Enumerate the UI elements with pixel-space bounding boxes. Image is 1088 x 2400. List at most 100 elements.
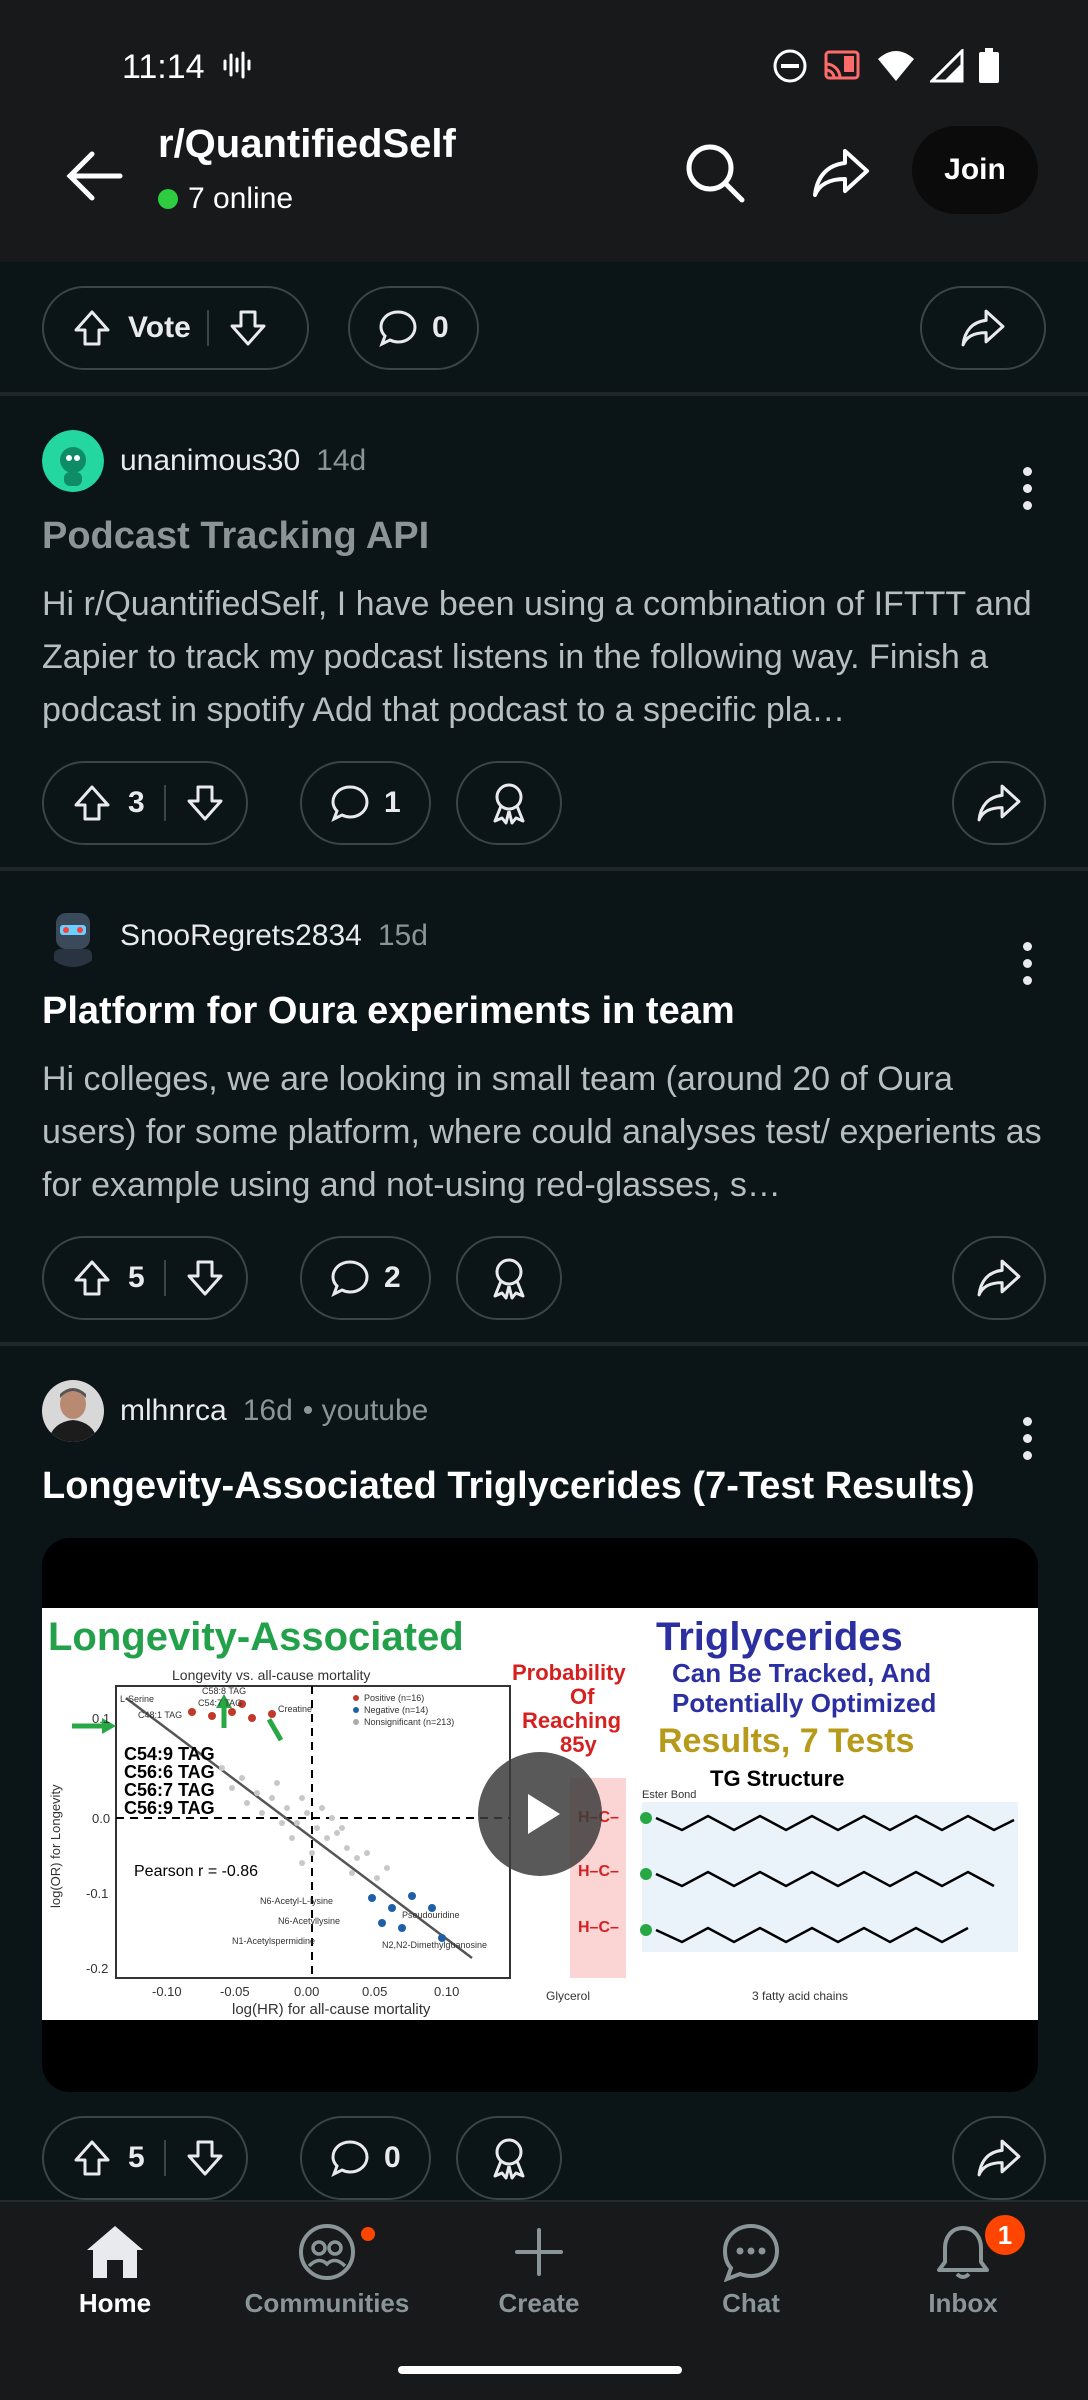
post-age: 16d — [242, 1394, 293, 1427]
svg-text:Of: Of — [570, 1684, 595, 1709]
post-title[interactable]: Platform for Oura experiments in team — [42, 987, 1046, 1035]
upvote-button[interactable] — [62, 1258, 122, 1298]
subreddit-header: r/QuantifiedSelf 7 online Join — [0, 120, 1088, 262]
post-age: 15d — [377, 919, 428, 952]
svg-text:Glycerol: Glycerol — [546, 1989, 590, 2003]
comment-button[interactable]: 0 — [300, 2116, 431, 2200]
video-player[interactable]: Longevity-Associated Triglycerides Longe… — [42, 1538, 1038, 2092]
home-icon — [87, 2226, 143, 2278]
svg-text:-0.1: -0.1 — [86, 1886, 108, 1901]
avatar[interactable] — [42, 1380, 104, 1442]
nav-label: Communities — [244, 2288, 410, 2318]
svg-text:H–C–: H–C– — [578, 1919, 619, 1936]
nav-inbox[interactable]: 1 Inbox — [878, 2212, 1048, 2319]
online-count: 7 online — [158, 182, 293, 216]
svg-text:N1-Acetylspermidine: N1-Acetylspermidine — [232, 1936, 315, 1946]
search-icon — [686, 144, 745, 203]
svg-text:N2,N2-Dimethylguanosine: N2,N2-Dimethylguanosine — [382, 1940, 487, 1950]
comment-count: 1 — [384, 786, 401, 819]
avatar[interactable] — [42, 430, 104, 492]
downvote-button[interactable] — [180, 1258, 230, 1298]
nav-create[interactable]: Create — [454, 2222, 624, 2319]
comment-count: 0 — [384, 2141, 401, 2174]
post-actions: 3 1 — [0, 737, 1088, 867]
downvote-icon — [187, 2140, 223, 2176]
nav-chat[interactable]: Chat — [666, 2222, 836, 2319]
back-arrow-icon — [66, 151, 123, 201]
vote-count: 5 — [128, 2141, 145, 2174]
home-indicator[interactable] — [398, 2366, 682, 2374]
award-button[interactable] — [456, 2116, 562, 2200]
join-button[interactable]: Join — [912, 126, 1038, 214]
downvote-button[interactable] — [180, 783, 230, 823]
upvote-button[interactable] — [62, 783, 122, 823]
vote-pill: 5 — [42, 2116, 248, 2200]
comment-button[interactable]: 1 — [300, 761, 431, 845]
nav-label: Create — [498, 2288, 580, 2318]
more-options-button[interactable] — [1002, 1408, 1052, 1468]
comment-icon — [331, 2140, 369, 2178]
vote-pill: Vote — [42, 286, 309, 370]
svg-text:-0.2: -0.2 — [86, 1961, 108, 1976]
svg-text:Pseudouridine: Pseudouridine — [402, 1910, 460, 1920]
upvote-icon — [74, 1260, 110, 1296]
online-label: 7 online — [188, 182, 294, 215]
post-title[interactable]: Longevity-Associated Triglycerides (7-Te… — [42, 1462, 1046, 1510]
notification-dot — [358, 2224, 378, 2244]
play-button[interactable] — [478, 1752, 602, 1876]
share-button[interactable] — [952, 761, 1046, 845]
award-icon — [493, 783, 525, 825]
more-options-button[interactable] — [1002, 933, 1052, 993]
upvote-icon — [74, 2140, 110, 2176]
comment-button[interactable]: 2 — [300, 1236, 431, 1320]
post-card[interactable]: SnooRegrets2834 15d Platform for Oura ex… — [0, 899, 1088, 1212]
nav-label: Inbox — [928, 2288, 998, 2318]
upvote-button[interactable] — [62, 2138, 122, 2178]
author-name[interactable]: SnooRegrets2834 — [120, 919, 362, 953]
comment-count: 0 — [432, 311, 449, 344]
share-button[interactable] — [920, 286, 1046, 370]
svg-text:85y: 85y — [560, 1732, 597, 1757]
thumb-tag: C56:9 TAG — [124, 1798, 215, 1818]
vote-count: 5 — [128, 1261, 145, 1294]
share-subreddit-button[interactable] — [796, 128, 886, 218]
signal-icon — [928, 47, 964, 88]
avatar[interactable] — [42, 905, 104, 967]
svg-text:C54:7 TAG: C54:7 TAG — [198, 1698, 242, 1708]
author-name[interactable]: mlhnrca — [120, 1394, 227, 1428]
author-name[interactable]: unanimous30 — [120, 444, 300, 478]
post-body: Hi r/QuantifiedSelf, I have been using a… — [42, 585, 1032, 729]
share-button[interactable] — [952, 2116, 1046, 2200]
post-source[interactable]: • youtube — [303, 1394, 429, 1428]
share-icon — [977, 2139, 1021, 2177]
downvote-button[interactable] — [180, 2138, 230, 2178]
svg-text:Results, 7 Tests: Results, 7 Tests — [658, 1722, 914, 1760]
nav-communities[interactable]: Communities — [242, 2222, 412, 2319]
thumb-heading-green: Longevity-Associated — [48, 1615, 464, 1659]
svg-text:3 fatty acid chains: 3 fatty acid chains — [752, 1989, 848, 2003]
search-button[interactable] — [670, 128, 760, 218]
comment-button[interactable]: 0 — [348, 286, 479, 370]
award-button[interactable] — [456, 1236, 562, 1320]
more-options-button[interactable] — [1002, 458, 1052, 518]
svg-text:Ester Bond: Ester Bond — [642, 1789, 696, 1801]
post-title[interactable]: Podcast Tracking API — [42, 512, 1046, 560]
subreddit-name[interactable]: r/QuantifiedSelf — [158, 122, 456, 167]
upvote-button[interactable] — [62, 308, 122, 348]
vote-label: Vote — [128, 311, 191, 344]
comment-icon — [379, 310, 417, 348]
post-actions: Vote 0 — [0, 262, 1088, 392]
award-button[interactable] — [456, 761, 562, 845]
vote-pill: 5 — [42, 1236, 248, 1320]
share-button[interactable] — [952, 1236, 1046, 1320]
post-card[interactable]: unanimous30 14d Podcast Tracking API Hi … — [0, 424, 1088, 737]
comment-icon — [331, 1260, 369, 1298]
svg-text:N6-Acetyl-L-lysine: N6-Acetyl-L-lysine — [260, 1896, 333, 1906]
post-age: 14d — [316, 444, 367, 477]
downvote-button[interactable] — [223, 308, 273, 348]
post-card[interactable]: mlhnrca 16d • youtube Longevity-Associat… — [0, 1374, 1088, 2092]
back-button[interactable] — [54, 136, 134, 216]
nav-home[interactable]: Home — [30, 2222, 200, 2319]
status-bar: 11:14 — [0, 0, 1088, 120]
thumb-tag: C54:9 TAG — [124, 1744, 215, 1764]
